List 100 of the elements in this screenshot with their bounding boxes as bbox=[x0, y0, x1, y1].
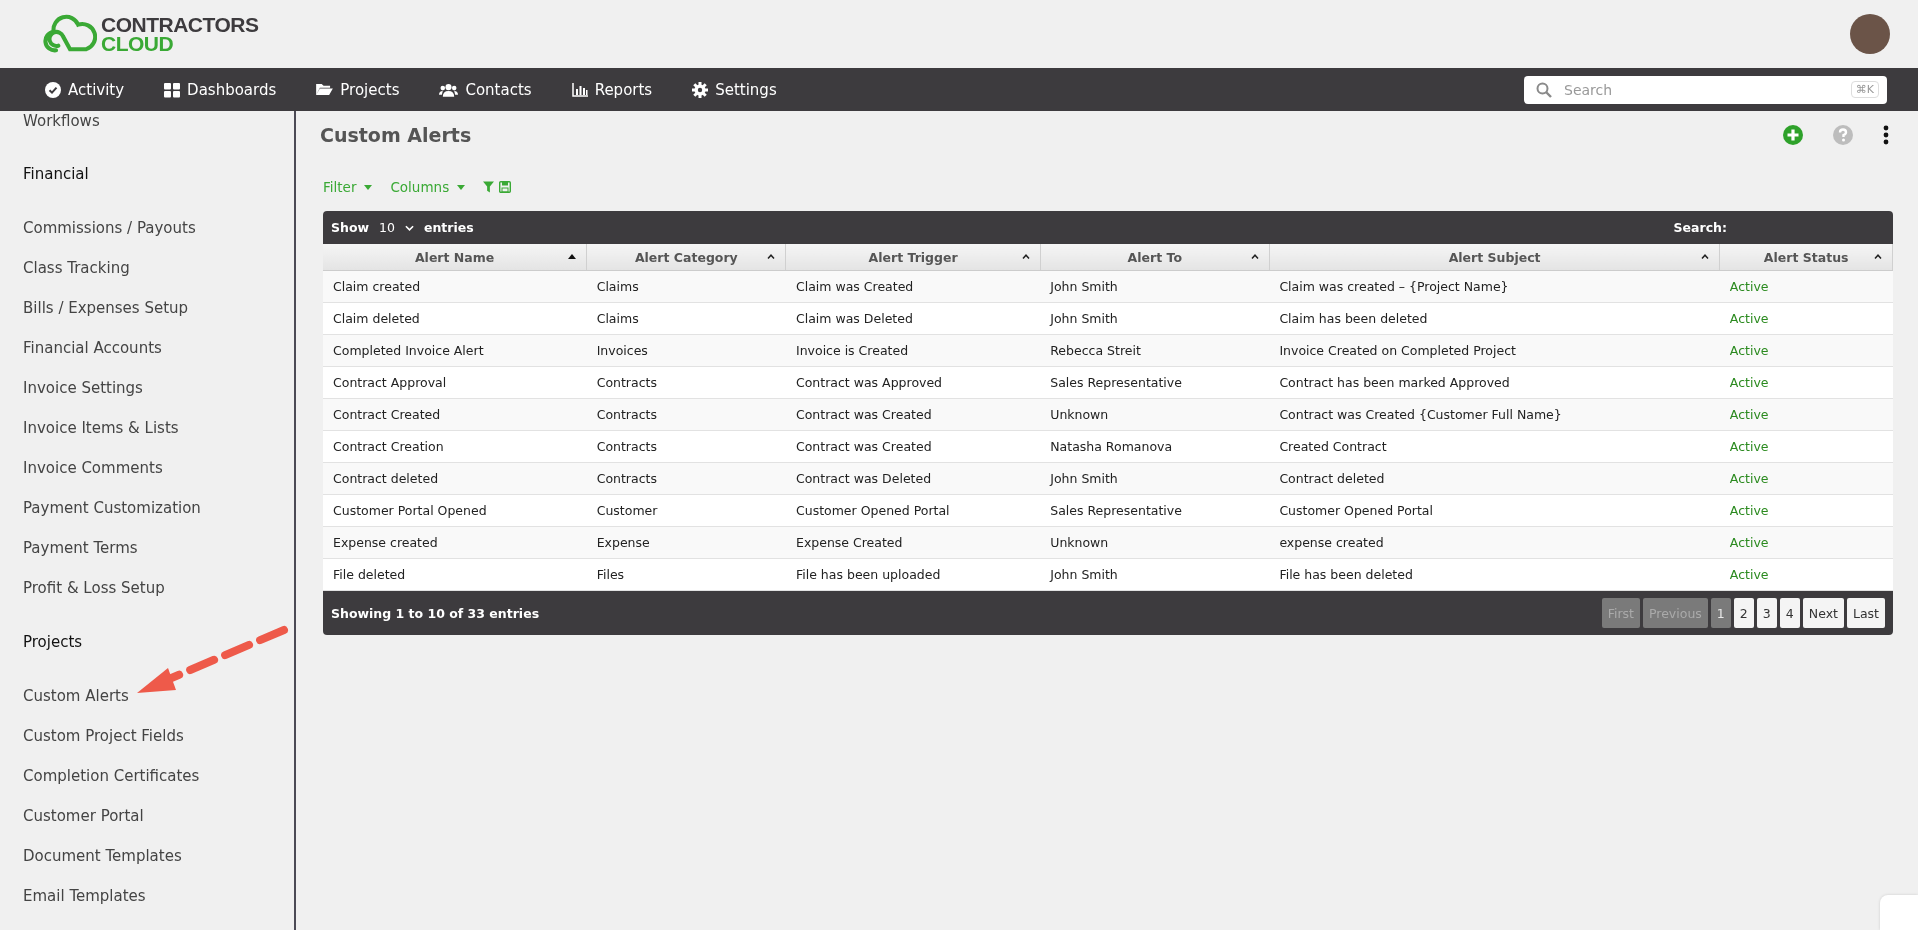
table-cell: Expense Created bbox=[786, 526, 1041, 559]
show-label: Show bbox=[331, 220, 370, 235]
filter-icon[interactable] bbox=[483, 181, 495, 193]
table-cell: Contract was Deleted bbox=[786, 462, 1041, 495]
table-cell: File has been uploaded bbox=[786, 558, 1041, 591]
table-cell: Rebecca Streit bbox=[1040, 334, 1270, 367]
table-cell: Natasha Romanova bbox=[1040, 430, 1270, 463]
nav-item[interactable]: Projects bbox=[316, 80, 400, 99]
sidebar-item[interactable]: Financial Accounts bbox=[23, 328, 162, 368]
table-cell: Claim created bbox=[323, 270, 587, 303]
table-cell: John Smith bbox=[1040, 270, 1270, 303]
table-cell: Claim was created – {Project Name} bbox=[1269, 270, 1720, 303]
grid-icon bbox=[164, 81, 181, 98]
nav-item[interactable]: Settings bbox=[692, 80, 777, 99]
sidebar-item[interactable]: Email Templates bbox=[23, 876, 146, 916]
avatar[interactable] bbox=[1850, 14, 1890, 54]
sidebar-item[interactable]: Workflows bbox=[23, 111, 100, 131]
table-cell: Expense created bbox=[323, 526, 587, 559]
logo-text: CONTRACTORS bbox=[101, 15, 259, 34]
column-header[interactable]: Alert Status bbox=[1719, 244, 1893, 271]
status-text: Active bbox=[1719, 462, 1893, 495]
table-cell: Claim was Created bbox=[786, 270, 1041, 303]
sidebar-item[interactable]: Invoice Settings bbox=[23, 368, 143, 408]
nav-item[interactable]: Reports bbox=[571, 80, 653, 99]
add-icon[interactable] bbox=[1783, 125, 1803, 145]
table-cell: Sales Representative bbox=[1040, 494, 1270, 527]
search-input[interactable]: Search bbox=[1562, 80, 1841, 99]
table-cell: Invoices bbox=[586, 334, 786, 367]
table-cell: Contract Creation bbox=[323, 430, 587, 463]
page-title: Custom Alerts bbox=[320, 124, 472, 146]
table-cell: Contract was Created bbox=[786, 430, 1041, 463]
table-cell: Contract was Created {Customer Full Name} bbox=[1269, 398, 1720, 431]
table-cell: Contract was Created bbox=[786, 398, 1041, 431]
shortcut-key: ⌘K bbox=[1850, 81, 1879, 98]
sidebar-item[interactable]: Document Templates bbox=[23, 836, 182, 876]
entries-info: Showing 1 to 10 of 33 entries bbox=[331, 605, 540, 621]
table-cell: Contracts bbox=[586, 366, 786, 399]
sidebar-item[interactable]: Invoice Comments bbox=[23, 448, 163, 488]
table-cell: Customer bbox=[586, 494, 786, 527]
table-cell: Invoice is Created bbox=[786, 334, 1041, 367]
sort-ascending-icon bbox=[568, 254, 577, 259]
users-icon bbox=[439, 82, 459, 97]
sidebar-heading: Projects bbox=[23, 632, 83, 653]
status-text: Active bbox=[1719, 558, 1893, 591]
sidebar-item[interactable]: Class Tracking bbox=[23, 248, 130, 288]
sidebar-item[interactable]: Commissions / Payouts bbox=[23, 208, 196, 248]
entries-label: entries bbox=[423, 220, 474, 235]
column-header[interactable]: Alert Trigger bbox=[786, 244, 1041, 271]
sidebar-heading: Financial bbox=[23, 164, 89, 185]
table-cell: Completed Invoice Alert bbox=[323, 334, 587, 367]
column-header[interactable]: Alert Category bbox=[586, 244, 786, 271]
logo-text: CLOUD bbox=[101, 34, 175, 53]
sidebar-item[interactable]: Payment Customization bbox=[23, 488, 201, 528]
caret-icon bbox=[457, 184, 466, 190]
page-button[interactable]: Last bbox=[1846, 598, 1885, 628]
column-header[interactable]: Alert Subject bbox=[1269, 244, 1720, 271]
sidebar-item[interactable]: Completion Certificates bbox=[23, 756, 200, 796]
chevron-down-icon bbox=[404, 224, 414, 231]
chevron-up-icon bbox=[1250, 254, 1259, 259]
table-cell: Claims bbox=[586, 270, 786, 303]
table-cell: Contract was Approved bbox=[786, 366, 1041, 399]
check-circle-icon bbox=[45, 81, 61, 98]
table-cell: Contracts bbox=[586, 398, 786, 431]
sidebar-item[interactable]: Customer Portal bbox=[23, 796, 144, 836]
sidebar-item[interactable]: Custom Project Fields bbox=[23, 716, 184, 756]
table-cell: Contracts bbox=[586, 430, 786, 463]
sidebar-item[interactable]: Bills / Expenses Setup bbox=[23, 288, 189, 328]
column-header[interactable]: Alert Name bbox=[323, 244, 587, 271]
chevron-up-icon bbox=[767, 254, 776, 259]
table-cell: Customer Opened Portal bbox=[786, 494, 1041, 527]
help-icon[interactable] bbox=[1833, 125, 1853, 145]
page-button[interactable]: 4 bbox=[1779, 598, 1800, 628]
column-header[interactable]: Alert To bbox=[1040, 244, 1270, 271]
more-icon[interactable] bbox=[1883, 125, 1889, 145]
table-cell: John Smith bbox=[1040, 302, 1270, 335]
table-cell: Files bbox=[586, 558, 786, 591]
nav-item[interactable]: Dashboards bbox=[164, 80, 277, 99]
nav-item[interactable]: Contacts bbox=[439, 80, 532, 99]
table-cell: Expense bbox=[586, 526, 786, 559]
page-button[interactable]: 3 bbox=[1756, 598, 1777, 628]
sidebar-item[interactable]: Invoice Items & Lists bbox=[23, 408, 179, 448]
nav-item[interactable]: Activity bbox=[45, 80, 125, 99]
sidebar-item[interactable]: Payment Terms bbox=[23, 528, 138, 568]
table-cell: John Smith bbox=[1040, 462, 1270, 495]
table-cell: Contract Created bbox=[323, 398, 587, 431]
save-icon[interactable] bbox=[499, 181, 512, 193]
caret-icon bbox=[364, 184, 373, 190]
table-cell: Contract deleted bbox=[1269, 462, 1720, 495]
page-button[interactable]: Next bbox=[1802, 598, 1844, 628]
sidebar-item[interactable]: Custom Alerts bbox=[23, 676, 129, 716]
page-button[interactable]: 2 bbox=[1733, 598, 1754, 628]
status-text: Active bbox=[1719, 270, 1893, 303]
page-size-select[interactable]: 10 bbox=[379, 220, 414, 235]
chevron-up-icon bbox=[1874, 254, 1882, 259]
sidebar-item[interactable]: Profit & Loss Setup bbox=[23, 568, 165, 608]
folder-icon bbox=[316, 83, 334, 96]
page-button[interactable]: 1 bbox=[1710, 598, 1731, 628]
table-cell: Claim was Deleted bbox=[786, 302, 1041, 335]
table-cell: File has been deleted bbox=[1269, 558, 1720, 591]
table-cell: Claims bbox=[586, 302, 786, 335]
